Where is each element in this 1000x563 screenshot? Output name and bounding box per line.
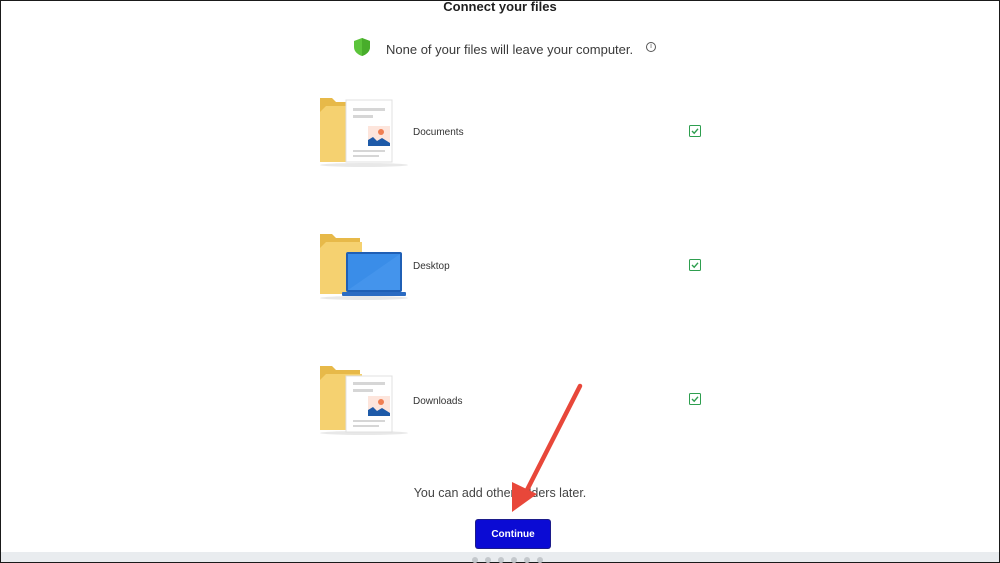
red-arrow-annotation-icon xyxy=(512,383,583,512)
